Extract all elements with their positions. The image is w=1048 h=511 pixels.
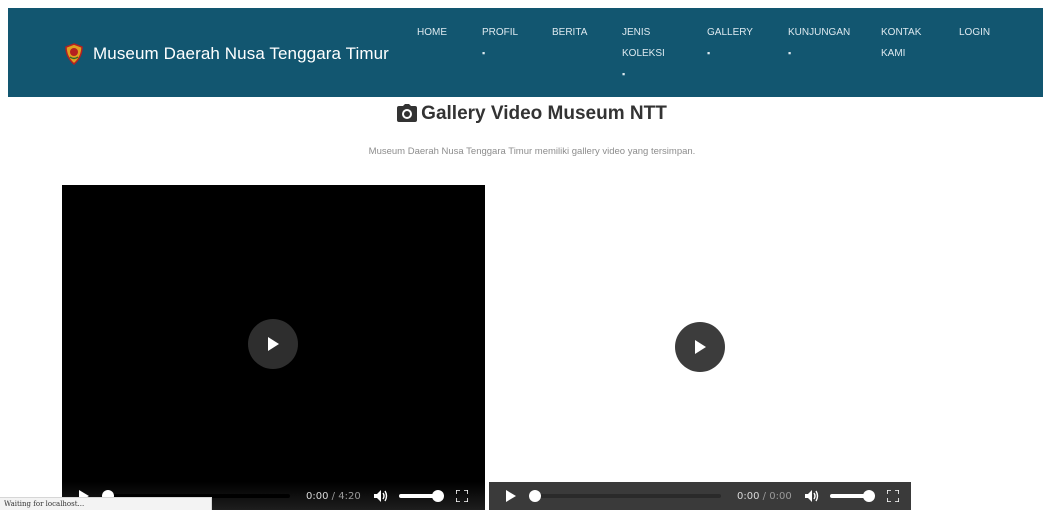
nav-jenis-koleksi-label-line1: JENIS <box>622 27 651 38</box>
navbar: Museum Daerah Nusa Tenggara Timur HOME P… <box>8 8 1043 97</box>
nav-profil-label: PROFIL <box>482 27 519 38</box>
seek-bar[interactable] <box>529 490 721 502</box>
time-separator: / <box>331 490 336 502</box>
duration: 4:20 <box>338 490 361 502</box>
play-icon <box>505 490 516 502</box>
time-display: 0:00 / 4:20 <box>306 491 361 502</box>
nav-login[interactable]: LOGIN <box>959 22 990 43</box>
page-title-text: Gallery Video Museum NTT <box>421 103 667 124</box>
nav-kunjungan-label: KUNJUNGAN <box>788 27 851 38</box>
fullscreen-button[interactable] <box>451 482 473 510</box>
fullscreen-icon <box>455 490 468 502</box>
play-icon <box>695 340 706 354</box>
volume-slider[interactable] <box>398 490 444 502</box>
nav-home-label: HOME <box>417 27 447 38</box>
fullscreen-icon <box>886 490 899 502</box>
dropdown-caret-icon: ▪ <box>482 48 486 58</box>
nav-kunjungan[interactable]: KUNJUNGAN ▪ <box>788 22 850 64</box>
page-subtitle: Museum Daerah Nusa Tenggara Timur memili… <box>368 146 696 157</box>
big-play-button[interactable] <box>248 319 298 369</box>
volume-slider[interactable] <box>829 490 875 502</box>
video-controls: 0:00 / 0:00 <box>489 482 911 510</box>
time-separator: / <box>762 490 767 502</box>
nav-profil[interactable]: PROFIL ▪ <box>482 22 518 64</box>
current-time: 0:00 <box>737 490 760 502</box>
fullscreen-button[interactable] <box>882 482 904 510</box>
browser-status-bar: Waiting for localhost... <box>0 497 212 510</box>
dropdown-caret-icon: ▪ <box>622 69 626 79</box>
current-time: 0:00 <box>306 490 329 502</box>
seek-thumb[interactable] <box>529 490 541 502</box>
nav-berita-label: BERITA <box>552 27 588 38</box>
video-player-2[interactable]: 0:00 / 0:00 <box>489 185 911 510</box>
mute-button[interactable] <box>802 482 824 510</box>
brand-title: Museum Daerah Nusa Tenggara Timur <box>93 44 389 63</box>
dropdown-caret-icon: ▪ <box>788 48 792 58</box>
nav-home[interactable]: HOME <box>417 22 447 43</box>
nav-kontak-kami[interactable]: KONTAK KAMI <box>881 22 921 64</box>
page-title: Gallery Video Museum NTT <box>0 100 1048 128</box>
time-display: 0:00 / 0:00 <box>737 491 792 502</box>
volume-thumb[interactable] <box>862 490 875 502</box>
nav-gallery[interactable]: GALLERY ▪ <box>707 22 753 64</box>
nav-jenis-koleksi[interactable]: JENIS KOLEKSI ▪ <box>622 22 665 85</box>
play-icon <box>268 337 279 351</box>
nav-jenis-koleksi-label-line2: KOLEKSI <box>622 48 665 59</box>
nav-login-label: LOGIN <box>959 27 991 38</box>
dropdown-caret-icon: ▪ <box>707 48 711 58</box>
museum-logo-icon <box>65 43 83 65</box>
nav-berita[interactable]: BERITA <box>552 22 587 43</box>
mute-button[interactable] <box>371 482 393 510</box>
camera-icon <box>397 104 418 122</box>
nav-kontak-kami-label-line2: KAMI <box>881 48 906 59</box>
volume-icon <box>804 490 818 502</box>
video-player-1[interactable]: 0:00 / 4:20 <box>62 185 485 510</box>
duration: 0:00 <box>769 490 792 502</box>
volume-icon <box>373 490 387 502</box>
big-play-button[interactable] <box>675 322 725 372</box>
nav-kontak-kami-label-line1: KONTAK <box>881 27 922 38</box>
volume-thumb[interactable] <box>431 490 444 502</box>
nav-gallery-label: GALLERY <box>707 27 753 38</box>
brand[interactable]: Museum Daerah Nusa Tenggara Timur <box>64 42 389 66</box>
play-button[interactable] <box>495 482 525 510</box>
